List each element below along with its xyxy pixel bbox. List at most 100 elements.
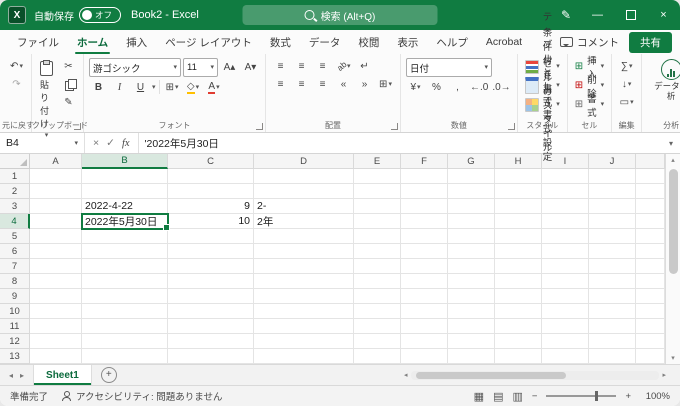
new-sheet-button[interactable]: + (101, 367, 117, 383)
cell-G7[interactable] (448, 259, 495, 274)
cell-G2[interactable] (448, 184, 495, 199)
horizontal-scroll-track[interactable] (411, 371, 660, 380)
currency-format-button[interactable]: ¥▾ (406, 79, 425, 95)
number-format-combo[interactable]: 日付 ▾ (406, 58, 492, 77)
cell-F11[interactable] (401, 319, 448, 334)
cell-A8[interactable] (30, 274, 82, 289)
cell-G9[interactable] (448, 289, 495, 304)
cell-E3[interactable] (354, 199, 401, 214)
cell-E4[interactable] (354, 214, 401, 229)
cell-A9[interactable] (30, 289, 82, 304)
row-header-10[interactable]: 10 (0, 304, 30, 319)
column-header-D[interactable]: D (254, 154, 354, 169)
align-left-button[interactable]: ≡ (271, 76, 290, 92)
next-sheet-icon[interactable]: ▸ (20, 371, 24, 380)
cell-H3[interactable] (495, 199, 542, 214)
maximize-button[interactable] (614, 0, 647, 30)
expand-formula-bar-button[interactable]: ▾ (662, 133, 680, 153)
cell-D4[interactable]: 2年 (254, 214, 354, 229)
cell-E11[interactable] (354, 319, 401, 334)
cell-D12[interactable] (254, 334, 354, 349)
cell-B3[interactable]: 2022-4-22 (82, 199, 168, 214)
row-header-3[interactable]: 3 (0, 199, 30, 214)
cell-J10[interactable] (589, 304, 636, 319)
cell-C8[interactable] (168, 274, 254, 289)
cell-A13[interactable] (30, 349, 82, 364)
cell-J8[interactable] (589, 274, 636, 289)
align-center-button[interactable]: ≡ (292, 76, 311, 92)
horizontal-scrollbar[interactable]: ◂ ▸ (400, 365, 670, 385)
cell-H1[interactable] (495, 169, 542, 184)
scroll-down-icon[interactable]: ▾ (671, 354, 675, 362)
cell-H11[interactable] (495, 319, 542, 334)
clear-button[interactable]: ▭▾ (617, 94, 636, 110)
zoom-slider-knob[interactable] (595, 391, 598, 401)
cell-C4[interactable]: 10 (168, 214, 254, 229)
row-header-1[interactable]: 1 (0, 169, 30, 184)
cell-E12[interactable] (354, 334, 401, 349)
cell-B9[interactable] (82, 289, 168, 304)
decrease-decimal-button[interactable]: .0→ (491, 79, 511, 95)
cell-G13[interactable] (448, 349, 495, 364)
zoom-slider[interactable] (546, 395, 616, 397)
fill-button[interactable]: ↓▾ (617, 76, 636, 92)
cell-J2[interactable] (589, 184, 636, 199)
cell-C5[interactable] (168, 229, 254, 244)
cell-B8[interactable] (82, 274, 168, 289)
cell-G4[interactable] (448, 214, 495, 229)
grow-font-button[interactable]: A▴ (220, 60, 239, 76)
vertical-scroll-track[interactable] (666, 166, 680, 352)
wrap-text-button[interactable]: ↵ (355, 58, 374, 74)
column-header-H[interactable]: H (495, 154, 542, 169)
horizontal-scroll-thumb[interactable] (416, 372, 566, 379)
row-header-8[interactable]: 8 (0, 274, 30, 289)
shrink-font-button[interactable]: A▾ (241, 60, 260, 76)
bold-button[interactable]: B (89, 79, 108, 95)
cell-E10[interactable] (354, 304, 401, 319)
excel-app-icon[interactable]: X (8, 6, 26, 24)
underline-button[interactable]: U (131, 79, 150, 95)
cell-A10[interactable] (30, 304, 82, 319)
cell-C9[interactable] (168, 289, 254, 304)
cell-F10[interactable] (401, 304, 448, 319)
cell-F3[interactable] (401, 199, 448, 214)
cell-G5[interactable] (448, 229, 495, 244)
cell-B2[interactable] (82, 184, 168, 199)
cell-E13[interactable] (354, 349, 401, 364)
cell-F12[interactable] (401, 334, 448, 349)
scroll-right-icon[interactable]: ▸ (662, 371, 666, 379)
cell-H13[interactable] (495, 349, 542, 364)
normal-view-button[interactable]: ▦ (474, 390, 484, 403)
cell-G10[interactable] (448, 304, 495, 319)
cell-I12[interactable] (542, 334, 589, 349)
cell-J7[interactable] (589, 259, 636, 274)
cell-E8[interactable] (354, 274, 401, 289)
row-header-12[interactable]: 12 (0, 334, 30, 349)
cell-F8[interactable] (401, 274, 448, 289)
cell-A7[interactable] (30, 259, 82, 274)
cell-B10[interactable] (82, 304, 168, 319)
cell-A3[interactable] (30, 199, 82, 214)
search-box[interactable]: 検索 (Alt+Q) (243, 5, 438, 25)
cell-D9[interactable] (254, 289, 354, 304)
share-button[interactable]: 共有 (629, 32, 672, 53)
comma-format-button[interactable]: , (448, 79, 467, 95)
cell-F13[interactable] (401, 349, 448, 364)
percent-format-button[interactable]: % (427, 79, 446, 95)
cell-H7[interactable] (495, 259, 542, 274)
increase-decimal-button[interactable]: ←.0 (469, 79, 489, 95)
cell-I2[interactable] (542, 184, 589, 199)
cell-C10[interactable] (168, 304, 254, 319)
zoom-out-button[interactable]: − (532, 391, 538, 402)
cell-A4[interactable] (30, 214, 82, 229)
format-painter-button[interactable]: ✎ (59, 94, 78, 110)
close-button[interactable]: × (647, 0, 680, 30)
tab-page-layout[interactable]: ページ レイアウト (156, 30, 261, 54)
cell-B7[interactable] (82, 259, 168, 274)
column-header-E[interactable]: E (354, 154, 401, 169)
cell-I4[interactable] (542, 214, 589, 229)
cell-D2[interactable] (254, 184, 354, 199)
autosave-switch[interactable]: オフ (79, 7, 121, 23)
align-middle-button[interactable]: ≡ (292, 58, 311, 74)
row-header-5[interactable]: 5 (0, 229, 30, 244)
